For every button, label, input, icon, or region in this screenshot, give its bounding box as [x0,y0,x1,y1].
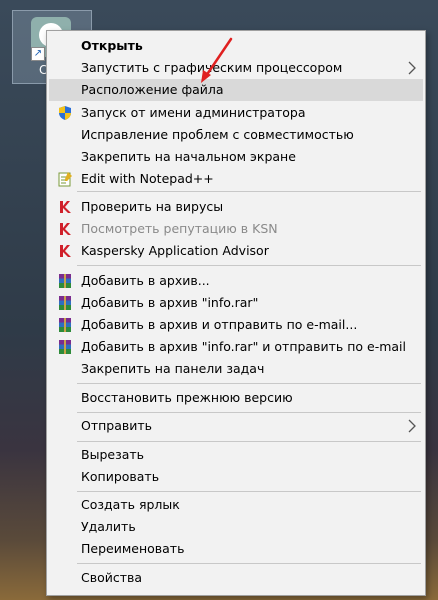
menu-item-label: Отправить [81,418,153,433]
menu-item-label: Закрепить на панели задач [81,361,265,376]
menu-item-label: Переименовать [81,541,185,556]
menu-item-label: Добавить в архив "info.rar" и отправить … [81,339,406,354]
menu-separator [77,441,421,442]
menu-separator [77,412,421,413]
menu-item-restore-previous-version[interactable]: Восстановить прежнюю версию [49,387,423,409]
menu-item-kaspersky-advisor[interactable]: Kaspersky Application Advisor [49,240,423,262]
menu-item-ksn-reputation[interactable]: Посмотреть репутацию в KSN [49,218,423,240]
menu-item-run-with-gpu[interactable]: Запустить с графическим процессором [49,57,423,79]
menu-item-label: Удалить [81,519,136,534]
menu-separator [77,563,421,564]
chevron-right-icon [408,61,416,75]
menu-item-run-as-admin[interactable]: Запуск от имени администратора [49,102,423,124]
menu-item-scan-viruses[interactable]: Проверить на вирусы [49,196,423,218]
menu-item-add-to-archive[interactable]: Добавить в архив... [49,270,423,292]
shortcut-arrow-icon: ↗ [31,47,45,61]
menu-item-cut[interactable]: Вырезать [49,444,423,466]
menu-separator [77,383,421,384]
menu-item-pin-to-taskbar[interactable]: Закрепить на панели задач [49,358,423,380]
winrar-icon [59,296,71,310]
menu-item-add-to-info-rar[interactable]: Добавить в архив "info.rar" [49,292,423,314]
menu-item-label: Добавить в архив и отправить по e-mail..… [81,317,358,332]
menu-item-label: Расположение файла [81,82,224,97]
winrar-icon [59,340,71,354]
menu-item-label: Посмотреть репутацию в KSN [81,221,278,236]
menu-item-open[interactable]: Открыть [49,35,423,57]
context-menu: Открыть Запустить с графическим процессо… [46,30,426,596]
notepadpp-icon [58,172,72,187]
menu-item-label: Создать ярлык [81,497,180,512]
menu-item-rename[interactable]: Переименовать [49,538,423,560]
menu-item-label: Добавить в архив "info.rar" [81,295,259,310]
menu-separator [77,265,421,266]
menu-item-label: Вырезать [81,447,145,462]
menu-item-label: Запуск от имени администратора [81,105,306,120]
menu-item-properties[interactable]: Свойства [49,567,423,589]
winrar-icon [59,274,71,288]
menu-item-label: Открыть [81,38,143,53]
menu-item-label: Исправление проблем с совместимостью [81,127,354,142]
uac-shield-icon [59,106,71,120]
kaspersky-icon [60,223,71,235]
menu-item-label: Запустить с графическим процессором [81,60,343,75]
menu-item-label: Закрепить на начальном экране [81,149,296,164]
menu-item-send-to[interactable]: Отправить [49,415,423,437]
menu-item-copy[interactable]: Копировать [49,466,423,488]
menu-item-label: Проверить на вирусы [81,199,224,214]
kaspersky-icon [60,245,71,257]
menu-item-pin-to-start[interactable]: Закрепить на начальном экране [49,146,423,168]
menu-item-label: Свойства [81,570,143,585]
menu-item-label: Копировать [81,469,160,484]
winrar-icon [59,318,71,332]
menu-item-label: Edit with Notepad++ [81,171,214,186]
menu-item-file-location[interactable]: Расположение файла [49,79,423,101]
kaspersky-icon [60,201,71,213]
menu-item-label: Добавить в архив... [81,273,210,288]
menu-item-delete[interactable]: Удалить [49,516,423,538]
menu-item-create-shortcut[interactable]: Создать ярлык [49,494,423,516]
chevron-right-icon [408,419,416,433]
menu-item-archive-and-email[interactable]: Добавить в архив и отправить по e-mail..… [49,314,423,336]
menu-separator [77,491,421,492]
menu-separator [77,191,421,192]
menu-item-label: Восстановить прежнюю версию [81,390,293,405]
menu-item-label: Kaspersky Application Advisor [81,243,269,258]
menu-item-edit-notepadpp[interactable]: Edit with Notepad++ [49,168,423,190]
menu-item-compatibility[interactable]: Исправление проблем с совместимостью [49,124,423,146]
menu-item-info-rar-and-email[interactable]: Добавить в архив "info.rar" и отправить … [49,336,423,358]
